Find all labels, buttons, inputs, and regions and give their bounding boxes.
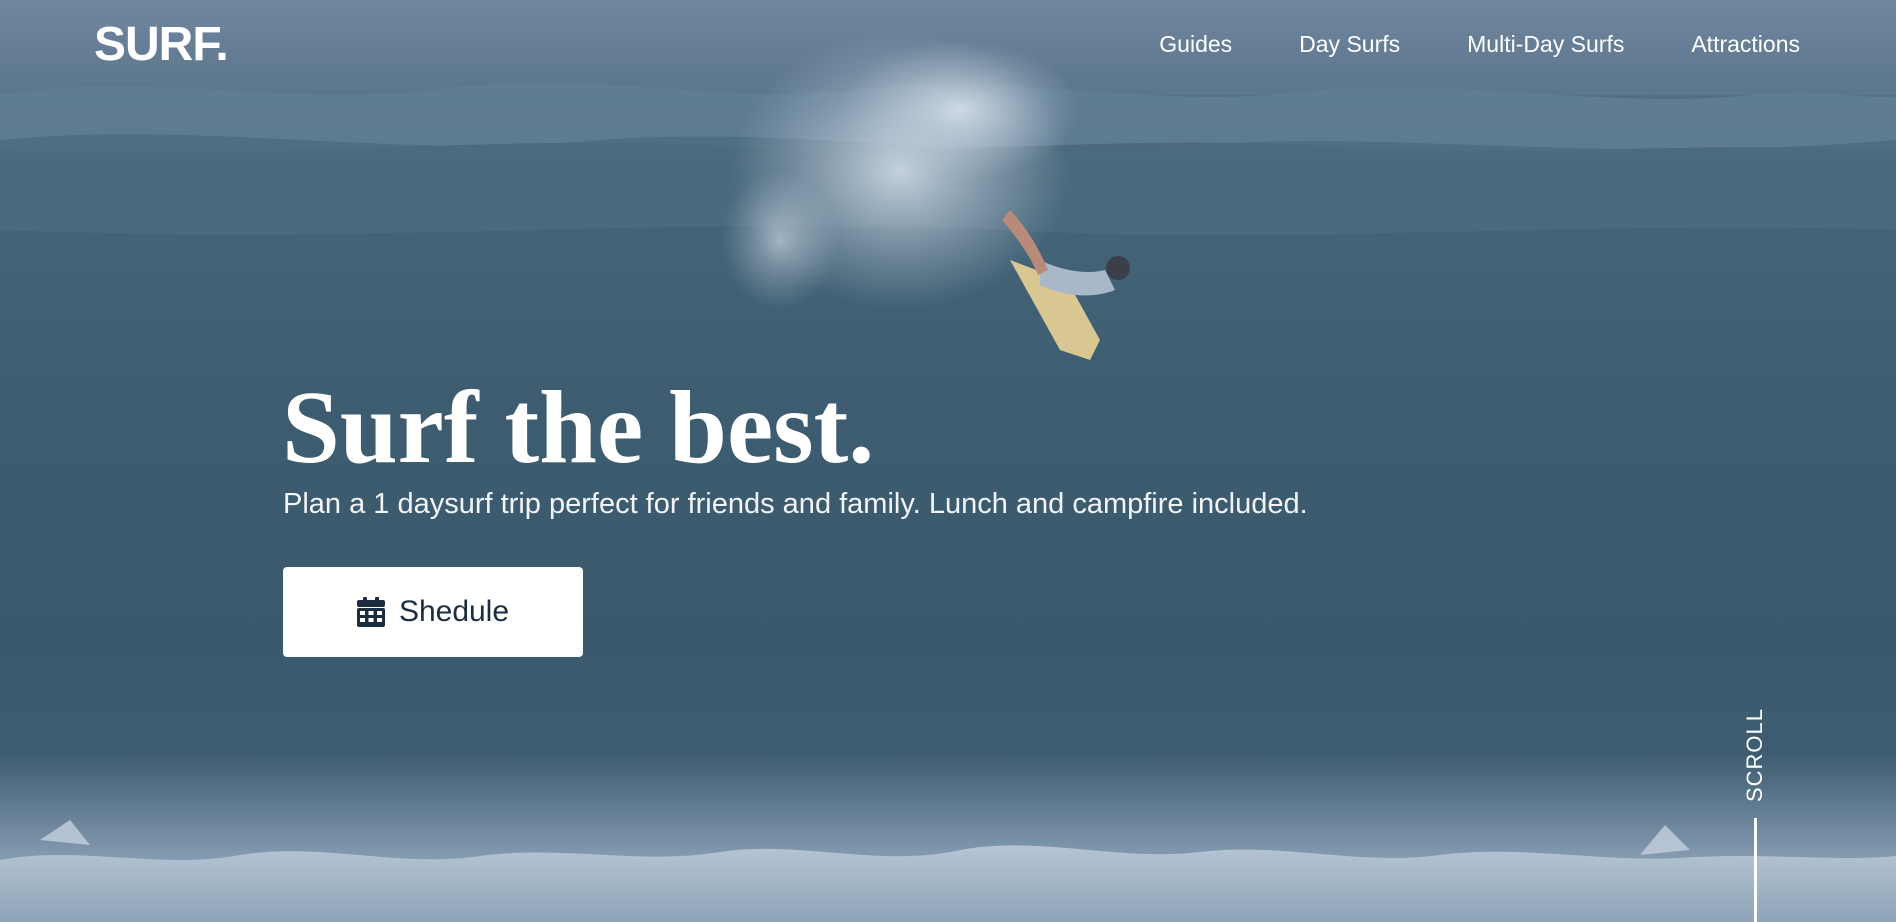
scroll-label: SCROLL <box>1742 707 1768 803</box>
brand-logo[interactable]: SURF. <box>94 18 229 72</box>
top-navigation: SURF. Guides Day Surfs Multi-Day Surfs A… <box>0 0 1896 90</box>
hero-title: Surf the best. <box>282 370 875 485</box>
nav-link-attractions[interactable]: Attractions <box>1691 30 1800 58</box>
calendar-icon <box>356 597 385 627</box>
scroll-label-wrap: SCROLL <box>1735 700 1775 810</box>
nav-link-multi-day-surfs[interactable]: Multi-Day Surfs <box>1467 30 1624 58</box>
schedule-button[interactable]: Shedule <box>283 567 583 657</box>
schedule-button-label: Shedule <box>398 595 510 628</box>
nav-links: Guides Day Surfs Multi-Day Surfs Attract… <box>1159 30 1800 58</box>
hero-section: SURF. Guides Day Surfs Multi-Day Surfs A… <box>0 0 1896 922</box>
scroll-indicator[interactable]: SCROLL <box>1735 700 1775 922</box>
nav-link-guides[interactable]: Guides <box>1159 30 1232 58</box>
hero-subtitle: Plan a 1 daysurf trip perfect for friend… <box>283 488 1308 520</box>
scroll-line <box>1754 818 1757 922</box>
nav-link-day-surfs[interactable]: Day Surfs <box>1299 30 1400 58</box>
